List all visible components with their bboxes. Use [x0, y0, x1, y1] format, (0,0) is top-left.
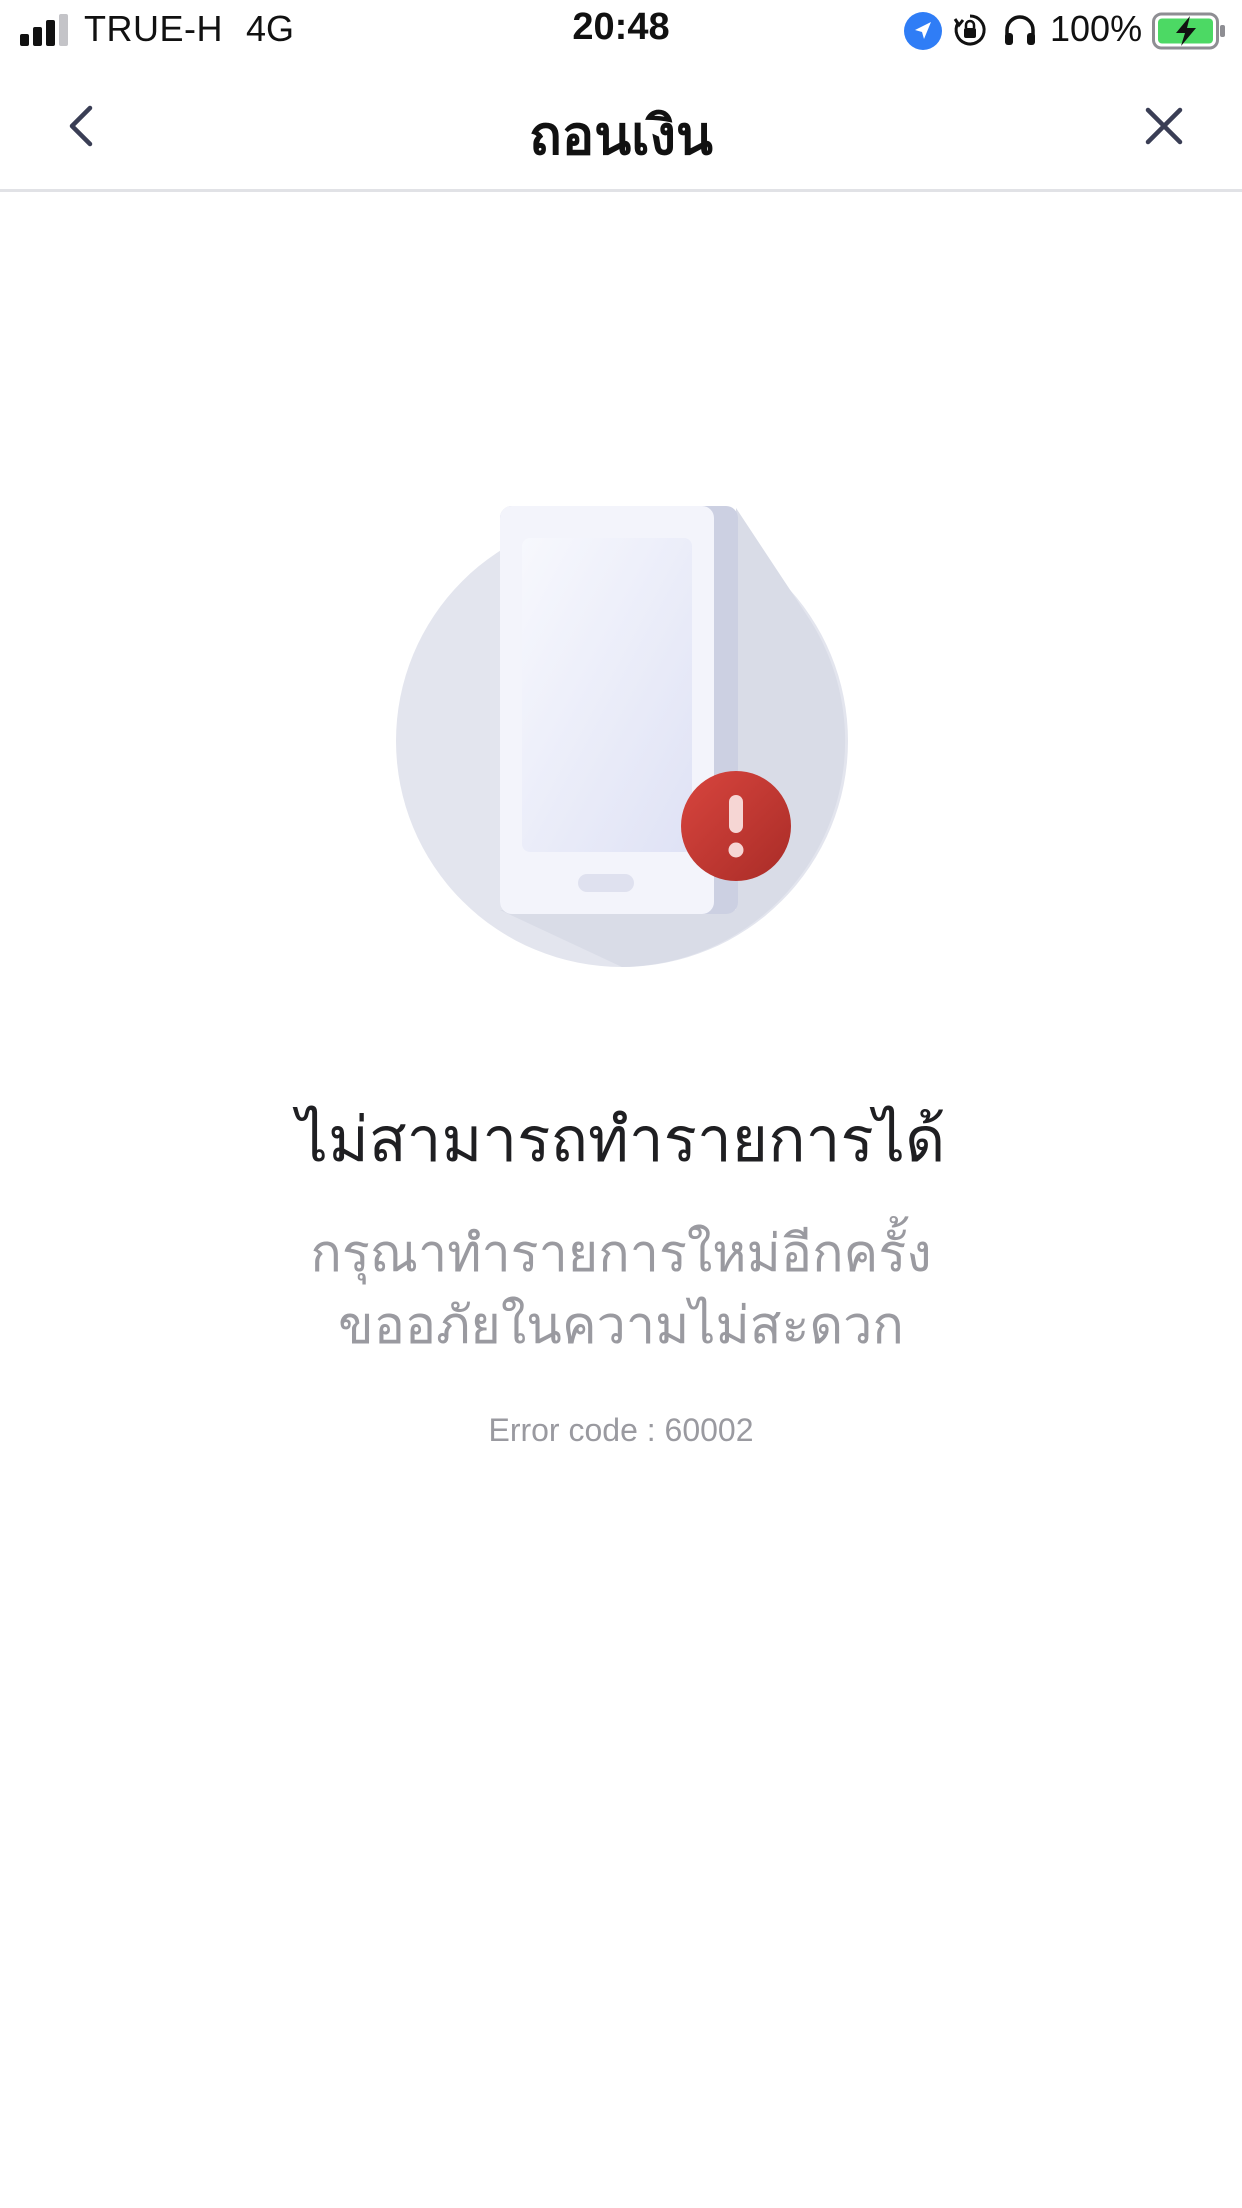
location-icon: [904, 12, 942, 50]
battery-percent: 100%: [1050, 8, 1143, 49]
nav-bar: ถอนเงิน: [0, 62, 1242, 192]
error-message: กรุณาทำรายการใหม่อีกครั้ง ขออภัยในความไม…: [0, 1218, 1242, 1362]
error-title: ไม่สามารถทำรายการได้: [296, 1103, 946, 1176]
error-message-line-1: กรุณาทำรายการใหม่อีกครั้ง: [310, 1224, 932, 1284]
orientation-lock-icon: [953, 14, 986, 46]
battery-charging-icon: [1152, 12, 1225, 50]
phone-error-icon: [396, 506, 848, 967]
close-button[interactable]: [1132, 94, 1196, 158]
error-code: Error code : 60002: [488, 1412, 754, 1448]
page-title: ถอนเงิน: [529, 104, 713, 167]
exclamation-icon: [681, 771, 791, 881]
status-bar: TRUE-H 4G 20:48 100%: [0, 0, 1242, 62]
error-message-line-2: ขออภัยในความไม่สะดวก: [338, 1296, 904, 1356]
headphones-icon: [1005, 15, 1035, 45]
